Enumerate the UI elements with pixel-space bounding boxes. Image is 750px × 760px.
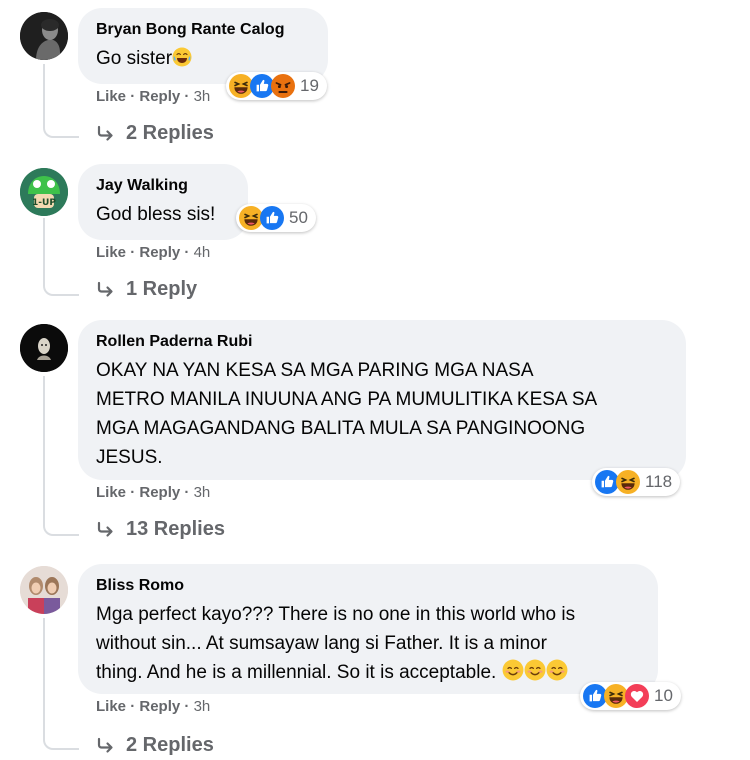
avatar[interactable]: [20, 12, 68, 60]
comment-4: Bliss Romo Mga perfect kayo??? There is …: [0, 558, 750, 760]
reply-arrow-icon: [96, 736, 116, 756]
reaction-summary[interactable]: 19: [226, 72, 327, 100]
svg-text:1-UP: 1-UP: [32, 198, 56, 208]
view-replies-link[interactable]: 1 Reply: [96, 278, 197, 301]
view-replies-link[interactable]: 2 Replies: [96, 734, 214, 757]
reply-link[interactable]: Reply: [139, 88, 180, 105]
separator: ·: [130, 698, 136, 715]
timestamp[interactable]: 3h: [194, 698, 211, 715]
separator: ·: [130, 244, 136, 261]
mushroom-avatar-icon: 1-UP: [20, 168, 68, 216]
comment-actions: Like · Reply · 3h: [96, 698, 210, 715]
reply-link[interactable]: Reply: [139, 244, 180, 261]
comment-author[interactable]: Bliss Romo: [96, 576, 640, 596]
comment-text-line: MGA MAGAGANDANG BALITA MULA SA PANGINOON…: [96, 418, 586, 439]
like-link[interactable]: Like: [96, 698, 126, 715]
separator: ·: [130, 484, 136, 501]
haha-reaction-icon: [616, 470, 640, 494]
avatar-photo-icon: [20, 324, 68, 372]
avatar[interactable]: 1-UP: [20, 168, 68, 216]
comment-author[interactable]: Jay Walking: [96, 176, 230, 196]
reaction-summary[interactable]: 50: [236, 204, 316, 232]
comment-text: Mga perfect kayo??? There is no one in t…: [96, 600, 640, 687]
replies-label: 13 Replies: [126, 518, 225, 540]
reply-link[interactable]: Reply: [139, 698, 180, 715]
comment-3: Rollen Paderna Rubi OKAY NA YAN KESA SA …: [0, 318, 750, 558]
comment-text: God bless sis!: [96, 204, 216, 225]
like-link[interactable]: Like: [96, 484, 126, 501]
reply-arrow-icon: [96, 520, 116, 540]
separator: ·: [184, 484, 190, 501]
timestamp[interactable]: 4h: [194, 244, 211, 261]
comment-author[interactable]: Bryan Bong Rante Calog: [96, 20, 310, 40]
view-replies-link[interactable]: 13 Replies: [96, 518, 225, 541]
reply-arrow-icon: [96, 280, 116, 300]
comment-author[interactable]: Rollen Paderna Rubi: [96, 332, 668, 352]
replies-label: 1 Reply: [126, 278, 198, 300]
comment-actions: Like · Reply · 4h: [96, 244, 210, 261]
blush-emoji-icon: [502, 659, 524, 681]
thread-line: [43, 376, 79, 536]
blush-emoji-icon: [524, 659, 546, 681]
comment-actions: Like · Reply · 3h: [96, 88, 210, 105]
timestamp[interactable]: 3h: [194, 88, 211, 105]
comment-bubble: Bliss Romo Mga perfect kayo??? There is …: [78, 564, 658, 694]
timestamp[interactable]: 3h: [194, 484, 211, 501]
comment-text-line: Mga perfect kayo??? There is no one in t…: [96, 604, 576, 625]
comment-text-line: METRO MANILA INUUNA ANG PA MUMULITIKA KE…: [96, 389, 598, 410]
comment-text: OKAY NA YAN KESA SA MGA PARING MGA NASA …: [96, 356, 668, 472]
comment-text-line: JESUS.: [96, 447, 163, 468]
separator: ·: [184, 88, 190, 105]
reaction-summary[interactable]: 118: [592, 468, 681, 496]
avatar-photo-icon: [20, 12, 68, 60]
reaction-count: 19: [300, 76, 319, 95]
separator: ·: [184, 244, 190, 261]
reaction-count: 10: [654, 686, 673, 705]
comment-2: 1-UP Jay Walking God bless sis! 50 Like …: [0, 160, 750, 318]
joy-emoji-icon: [172, 47, 192, 67]
separator: ·: [184, 698, 190, 715]
avatar[interactable]: [20, 566, 68, 614]
comment-1: Bryan Bong Rante Calog Go sister 19 Like…: [0, 0, 750, 160]
replies-label: 2 Replies: [126, 734, 214, 756]
comment-text-line: OKAY NA YAN KESA SA MGA PARING MGA NASA: [96, 360, 534, 381]
reply-arrow-icon: [96, 124, 116, 144]
reply-link[interactable]: Reply: [139, 484, 180, 501]
comment-text-line: without sin... At sumsayaw lang si Fathe…: [96, 633, 547, 654]
comment-actions: Like · Reply · 3h: [96, 484, 210, 501]
avatar[interactable]: [20, 324, 68, 372]
blush-emoji-icon: [546, 659, 568, 681]
thread-line: [43, 218, 79, 296]
like-link[interactable]: Like: [96, 244, 126, 261]
angry-reaction-icon: [271, 74, 295, 98]
reaction-count: 50: [289, 208, 308, 227]
comment-text: Go sister: [96, 44, 310, 73]
thread-line: [43, 618, 79, 750]
comment-bubble: Jay Walking God bless sis!: [78, 164, 248, 240]
like-link[interactable]: Like: [96, 88, 126, 105]
comment-text-line: thing. And he is a millennial. So it is …: [96, 662, 497, 683]
comment-bubble: Rollen Paderna Rubi OKAY NA YAN KESA SA …: [78, 320, 686, 480]
love-reaction-icon: [625, 684, 649, 708]
view-replies-link[interactable]: 2 Replies: [96, 122, 214, 145]
like-reaction-icon: [260, 206, 284, 230]
replies-label: 2 Replies: [126, 122, 214, 144]
separator: ·: [130, 88, 136, 105]
avatar-photo-icon: [20, 566, 68, 614]
thread-line: [43, 64, 79, 138]
reaction-count: 118: [645, 472, 673, 491]
reaction-summary[interactable]: 10: [580, 682, 681, 710]
